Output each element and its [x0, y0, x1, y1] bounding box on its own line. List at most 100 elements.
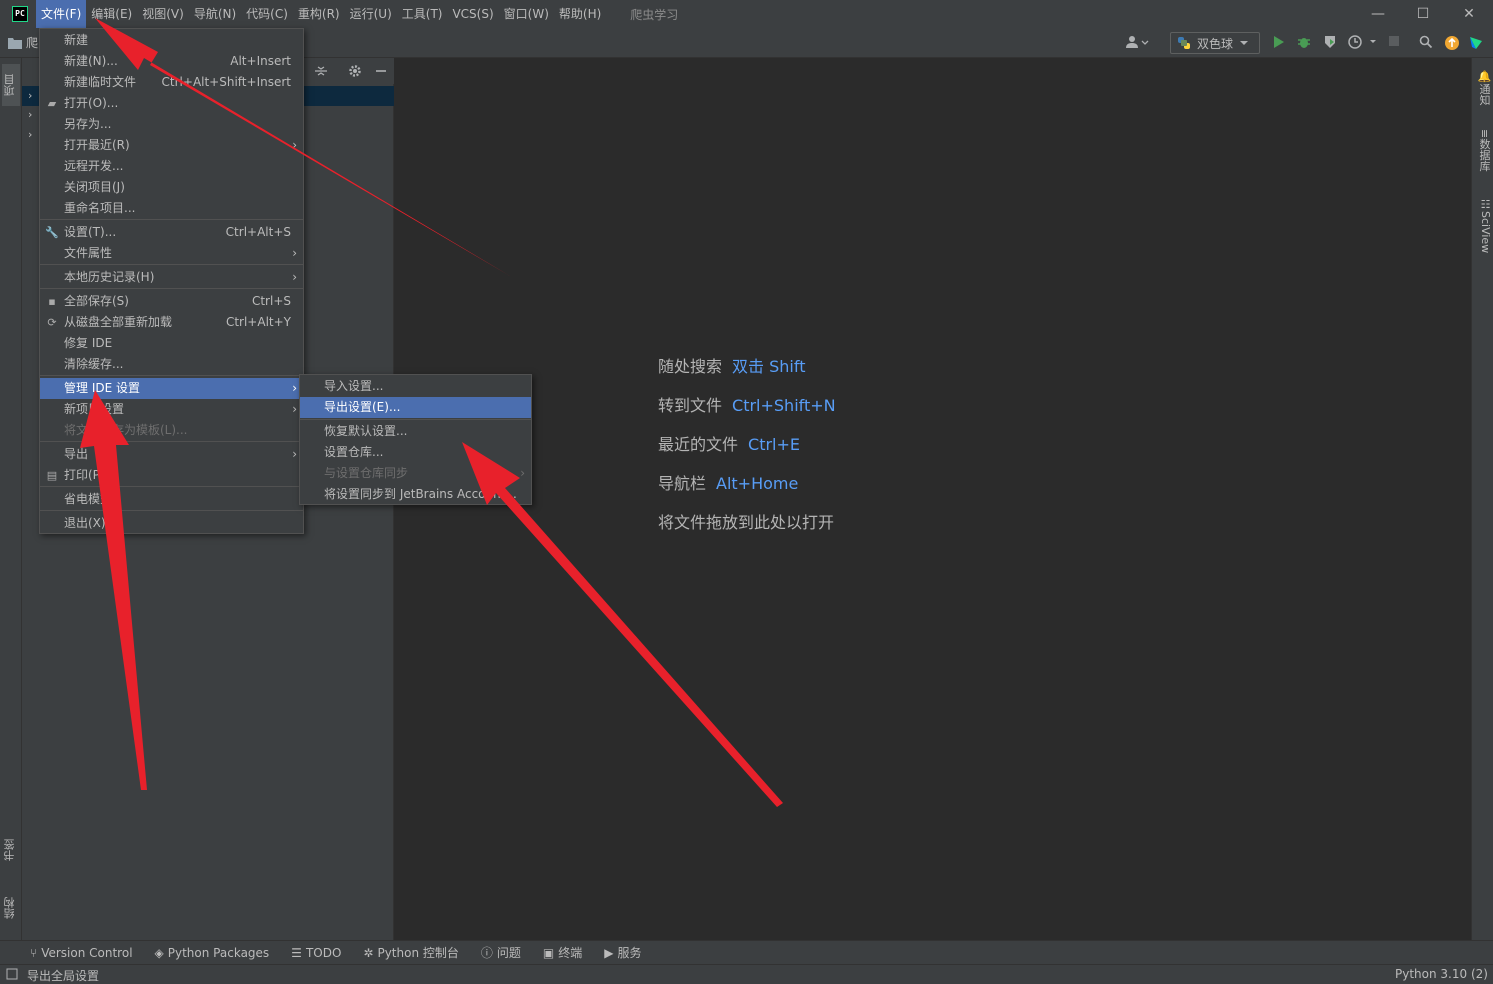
- menu-window[interactable]: 窗口(W): [499, 0, 554, 28]
- file-menu-item-remote-development[interactable]: 远程开发...: [40, 156, 303, 177]
- search-icon[interactable]: [1418, 35, 1434, 51]
- submenu-item-settings-repository[interactable]: 设置仓库...: [300, 442, 531, 463]
- interpreter-selector[interactable]: Python 3.10 (2): [1395, 967, 1488, 981]
- notifications-tool-tab[interactable]: 🔔通知: [1474, 66, 1492, 110]
- bell-icon: 🔔: [1478, 70, 1491, 84]
- breadcrumb-project[interactable]: 爬: [26, 34, 38, 51]
- menu-item-shortcut: Ctrl+Alt+S: [225, 225, 291, 239]
- menu-help[interactable]: 帮助(H): [554, 0, 606, 28]
- menu-vcs[interactable]: VCS(S): [447, 0, 498, 28]
- project-tab-label: 项目: [3, 74, 16, 96]
- file-menu-item-save-all[interactable]: 全部保存(S) ▪ Ctrl+S: [40, 291, 303, 312]
- stop-icon[interactable]: [1386, 35, 1402, 51]
- file-menu-item-save-as[interactable]: 另存为...: [40, 114, 303, 135]
- file-menu-dropdown: 新建 新建(N)... Alt+Insert 新建临时文件 Ctrl+Alt+Shift…: [39, 28, 304, 534]
- tab-todo[interactable]: ☰ TODO: [291, 946, 341, 960]
- chevron-right-icon: ›: [292, 402, 297, 416]
- chevron-right-icon[interactable]: ›: [28, 128, 32, 141]
- update-icon[interactable]: [1444, 35, 1460, 51]
- user-account-icon[interactable]: [1125, 35, 1151, 51]
- file-menu-item-reload-from-disk[interactable]: 从磁盘全部重新加载 ⟳ Ctrl+Alt+Y: [40, 312, 303, 333]
- file-menu-item-open-recent[interactable]: 打开最近(R) ›: [40, 135, 303, 156]
- menu-code[interactable]: 代码(C): [241, 0, 293, 28]
- submenu-item-sync-with-settings-repository[interactable]: 与设置仓库同步 ›: [300, 463, 531, 484]
- file-menu-item-local-history[interactable]: 本地历史记录(H) ›: [40, 267, 303, 288]
- menu-item-label: 设置仓库...: [324, 445, 384, 459]
- breadcrumb[interactable]: 爬: [8, 34, 38, 51]
- structure-tool-tab[interactable]: 结构: [2, 888, 20, 928]
- tab-problems[interactable]: ⓘ 问题: [481, 944, 521, 961]
- menu-edit[interactable]: 编辑(E): [86, 0, 137, 28]
- right-tool-strip: 🔔通知 ≡数据库 ☷SciView: [1471, 58, 1493, 940]
- run-configuration-select[interactable]: 双色球: [1170, 32, 1260, 54]
- file-menu-item-new[interactable]: 新建: [40, 30, 303, 51]
- jetbrains-toolbox-icon[interactable]: [1468, 35, 1484, 51]
- editor-empty-area[interactable]: 随处搜索 双击 Shift 转到文件 Ctrl+Shift+N 最近的文件 Ctrl+…: [395, 58, 1471, 940]
- file-menu-item-settings[interactable]: 设置(T)... 🔧 Ctrl+Alt+S: [40, 222, 303, 243]
- chevron-right-icon[interactable]: ›: [28, 108, 32, 121]
- menu-item-label: 文件属性: [64, 246, 113, 260]
- collapse-all-icon[interactable]: [314, 64, 328, 81]
- chevron-right-icon: ›: [292, 138, 297, 152]
- run-icon[interactable]: [1270, 35, 1286, 51]
- pycharm-logo-icon[interactable]: PC: [12, 6, 28, 22]
- chevron-down-icon: [1240, 41, 1249, 45]
- menu-item-label: 新建临时文件: [64, 75, 137, 89]
- sciview-tool-tab[interactable]: ☷SciView: [1474, 196, 1492, 256]
- menu-item-label: 另存为...: [64, 117, 112, 131]
- tab-label: Version Control: [41, 945, 133, 960]
- window-title: 爬虫学习: [630, 7, 679, 22]
- tab-python-console[interactable]: ✲ Python 控制台: [363, 944, 458, 961]
- menu-bar: PC 文件(F) 编辑(E) 视图(V) 导航(N) 代码(C) 重构(R) 运…: [0, 0, 1493, 28]
- layout-toggle-icon[interactable]: [6, 968, 18, 983]
- file-menu-item-manage-ide-settings[interactable]: 管理 IDE 设置 ›: [40, 378, 303, 399]
- file-menu-item-new-file[interactable]: 新建(N)... Alt+Insert: [40, 51, 303, 72]
- profile-icon[interactable]: [1346, 35, 1380, 51]
- submenu-item-sync-to-jetbrains-account[interactable]: 将设置同步到 JetBrains Account...: [300, 484, 531, 505]
- tab-python-packages[interactable]: ◈ Python Packages: [155, 946, 270, 960]
- file-menu-item-invalidate-caches[interactable]: 清除缓存...: [40, 354, 303, 375]
- file-menu-item-export[interactable]: 导出 ›: [40, 444, 303, 465]
- menu-item-label: 导出: [64, 447, 89, 461]
- menu-refactor[interactable]: 重构(R): [293, 0, 345, 28]
- tab-label: 服务: [617, 946, 642, 960]
- file-menu-item-new-scratch-file[interactable]: 新建临时文件 Ctrl+Alt+Shift+Insert: [40, 72, 303, 93]
- menu-tools[interactable]: 工具(T): [397, 0, 448, 28]
- file-menu-item-close-project[interactable]: 关闭项目(J): [40, 177, 303, 198]
- submenu-item-export-settings[interactable]: 导出设置(E)...: [300, 397, 531, 418]
- gear-icon[interactable]: [348, 64, 362, 81]
- coverage-icon[interactable]: [1322, 35, 1338, 51]
- menu-view[interactable]: 视图(V): [137, 0, 189, 28]
- bookmarks-tool-tab[interactable]: 书签: [2, 830, 20, 870]
- file-menu-item-file-properties[interactable]: 文件属性 ›: [40, 243, 303, 264]
- hide-panel-icon[interactable]: [374, 64, 388, 81]
- database-tool-tab[interactable]: ≡数据库: [1474, 124, 1492, 176]
- chevron-right-icon[interactable]: ›: [28, 89, 32, 102]
- menu-run[interactable]: 运行(U): [345, 0, 397, 28]
- packages-icon: ◈: [154, 945, 164, 960]
- minimize-button[interactable]: —: [1355, 0, 1401, 28]
- file-menu-item-open[interactable]: 打开(O)... ▰: [40, 93, 303, 114]
- menu-file[interactable]: 文件(F): [36, 0, 87, 28]
- file-menu-item-print[interactable]: 打印(P)... ▤: [40, 465, 303, 486]
- submenu-item-restore-default-settings[interactable]: 恢复默认设置...: [300, 421, 531, 442]
- tab-terminal[interactable]: ▣ 终端: [543, 944, 582, 961]
- submenu-item-import-settings[interactable]: 导入设置...: [300, 376, 531, 397]
- close-window-button[interactable]: ✕: [1446, 0, 1492, 28]
- file-menu-item-exit[interactable]: 退出(X): [40, 513, 303, 534]
- file-menu-item-repair-ide[interactable]: 修复 IDE: [40, 333, 303, 354]
- file-menu-item-new-project-settings[interactable]: 新项目设置 ›: [40, 399, 303, 420]
- menu-navigate[interactable]: 导航(N): [189, 0, 241, 28]
- tab-version-control[interactable]: ⑂ Version Control: [30, 946, 133, 960]
- tab-services[interactable]: ▶ 服务: [604, 944, 641, 961]
- project-tool-tab[interactable]: 项目: [2, 64, 20, 106]
- maximize-button[interactable]: ☐: [1400, 0, 1446, 28]
- file-menu-item-power-save-mode[interactable]: 省电模式: [40, 489, 303, 510]
- menu-item-label: 远程开发...: [64, 159, 124, 173]
- run-config-label: 双色球: [1197, 36, 1234, 51]
- file-menu-item-save-file-as-template[interactable]: 将文件另存为模板(L)...: [40, 420, 303, 441]
- debug-icon[interactable]: [1296, 35, 1312, 51]
- hint-recent-files: 最近的文件 Ctrl+E: [658, 431, 800, 455]
- file-menu-item-rename-project[interactable]: 重命名项目...: [40, 198, 303, 219]
- hint-label: 导航栏: [658, 474, 707, 493]
